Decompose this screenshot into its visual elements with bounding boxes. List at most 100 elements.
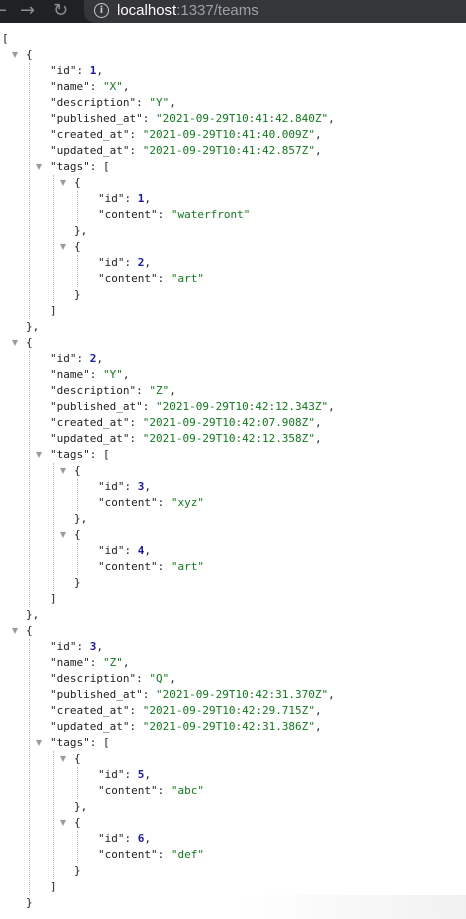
indent-guide: [29, 63, 30, 319]
json-token: ,: [314, 720, 322, 733]
url-host: localhost: [117, 2, 177, 19]
tag-object-close: }: [74, 575, 81, 591]
collapse-toggle-icon[interactable]: [60, 244, 66, 250]
json-token: :: [157, 272, 171, 285]
tag-object-open: {: [74, 239, 81, 255]
json-token: "published_at": [50, 688, 143, 701]
string-value: Y: [155, 96, 163, 109]
collapse-toggle-icon[interactable]: [60, 756, 66, 762]
json-token: "tags": [50, 736, 90, 749]
json-token: {: [74, 176, 81, 189]
created-at-field: "created_at": "2021-09-29T10:41:40.009Z"…: [50, 127, 322, 143]
string-value: 2021-09-29T10:42:31.370Z: [162, 688, 322, 701]
back-button[interactable]: ←: [0, 1, 6, 21]
reload-icon: ↻: [53, 0, 69, 21]
json-token: ": [197, 496, 204, 509]
json-token: ,: [96, 64, 103, 77]
tag-id-field: "id": 5,: [98, 767, 151, 783]
tag-object-close: },: [74, 511, 87, 527]
name-field: "name": "Y",: [50, 367, 130, 383]
string-value: xyz: [177, 496, 198, 509]
description-field: "description": "Q",: [50, 671, 176, 687]
tag-id-field: "id": 3,: [98, 479, 151, 495]
indent-guide: [77, 767, 78, 799]
json-token: }: [74, 288, 81, 301]
json-token: "content": [98, 848, 158, 861]
tag-object-close: }: [74, 863, 81, 879]
json-token: ,: [314, 144, 322, 157]
json-token: ,: [314, 128, 322, 141]
collapse-toggle-icon[interactable]: [60, 820, 66, 826]
collapse-toggle-icon[interactable]: [60, 532, 66, 538]
tag-content-field: "content": "def": [98, 847, 204, 863]
forward-button[interactable]: →: [20, 1, 35, 21]
url-text[interactable]: localhost:1337/teams: [117, 2, 259, 19]
collapse-toggle-icon[interactable]: [12, 52, 18, 58]
arrow-left-icon: ←: [0, 1, 6, 21]
json-token: ": [103, 368, 110, 381]
collapse-toggle-icon[interactable]: [60, 180, 66, 186]
json-token: ": [243, 208, 251, 221]
json-token: "created_at": [50, 128, 130, 141]
object-close: }: [26, 895, 33, 911]
json-token: "tags": [50, 160, 90, 173]
window-shadow: [236, 895, 466, 919]
indent-guide: [53, 175, 54, 303]
json-token: {: [26, 336, 33, 349]
string-value: waterfront: [177, 208, 244, 221]
id-field: "id": 1,: [50, 63, 103, 79]
indent-guide: [53, 463, 54, 591]
json-token: ,: [144, 192, 151, 205]
json-token: ": [197, 784, 204, 797]
json-token: ]: [50, 304, 57, 317]
tag-object-open: {: [74, 175, 81, 191]
address-bar[interactable]: i localhost:1337/teams: [84, 0, 466, 23]
collapse-toggle-icon[interactable]: [36, 740, 42, 746]
json-token: {: [26, 624, 33, 637]
json-token: :: [142, 688, 156, 701]
collapse-toggle-icon[interactable]: [12, 628, 18, 634]
collapse-toggle-icon[interactable]: [36, 452, 42, 458]
tag-object-close: }: [74, 287, 81, 303]
json-token: ,: [144, 256, 151, 269]
json-token: ,: [122, 80, 130, 93]
updated-at-field: "updated_at": "2021-09-29T10:42:12.358Z"…: [50, 431, 322, 447]
json-token: "name": [50, 80, 90, 93]
json-token: {: [26, 48, 33, 61]
json-token: ": [155, 688, 163, 701]
json-token: :: [89, 656, 103, 669]
json-token: ,: [96, 352, 103, 365]
indent-guide: [53, 751, 54, 879]
reload-button[interactable]: ↻: [53, 1, 68, 21]
browser-toolbar: ← → ↻ i localhost:1337/teams: [0, 0, 466, 23]
published-at-field: "published_at": "2021-09-29T10:41:42.840…: [50, 111, 335, 127]
json-token: {: [74, 464, 81, 477]
json-token: },: [74, 512, 88, 525]
string-value: 2021-09-29T10:42:31.386Z: [149, 720, 309, 733]
json-token: ": [155, 400, 163, 413]
json-token: "updated_at": [50, 432, 130, 445]
json-token: ,: [96, 640, 103, 653]
json-token: ,: [122, 656, 130, 669]
json-token: :: [129, 432, 143, 445]
collapse-toggle-icon[interactable]: [60, 468, 66, 474]
json-token: :: [124, 480, 138, 493]
json-token: ,: [314, 704, 322, 717]
json-token: ,: [144, 768, 151, 781]
url-path: :1337/teams: [176, 2, 259, 19]
arrow-right-icon: →: [20, 0, 36, 21]
json-token: "id": [98, 832, 125, 845]
json-token: :: [157, 848, 171, 861]
json-token: "id": [98, 768, 125, 781]
collapse-toggle-icon[interactable]: [36, 164, 42, 170]
string-value: 2021-09-29T10:42:12.358Z: [149, 432, 309, 445]
indent-guide: [77, 831, 78, 863]
info-icon[interactable]: i: [94, 3, 109, 18]
json-token: "content": [98, 272, 158, 285]
tags-field: "tags": [: [50, 735, 110, 751]
json-token: ": [155, 112, 163, 125]
collapse-toggle-icon[interactable]: [12, 340, 18, 346]
tag-id-field: "id": 4,: [98, 543, 151, 559]
json-token: [: [2, 32, 9, 45]
json-token: "id": [98, 192, 125, 205]
